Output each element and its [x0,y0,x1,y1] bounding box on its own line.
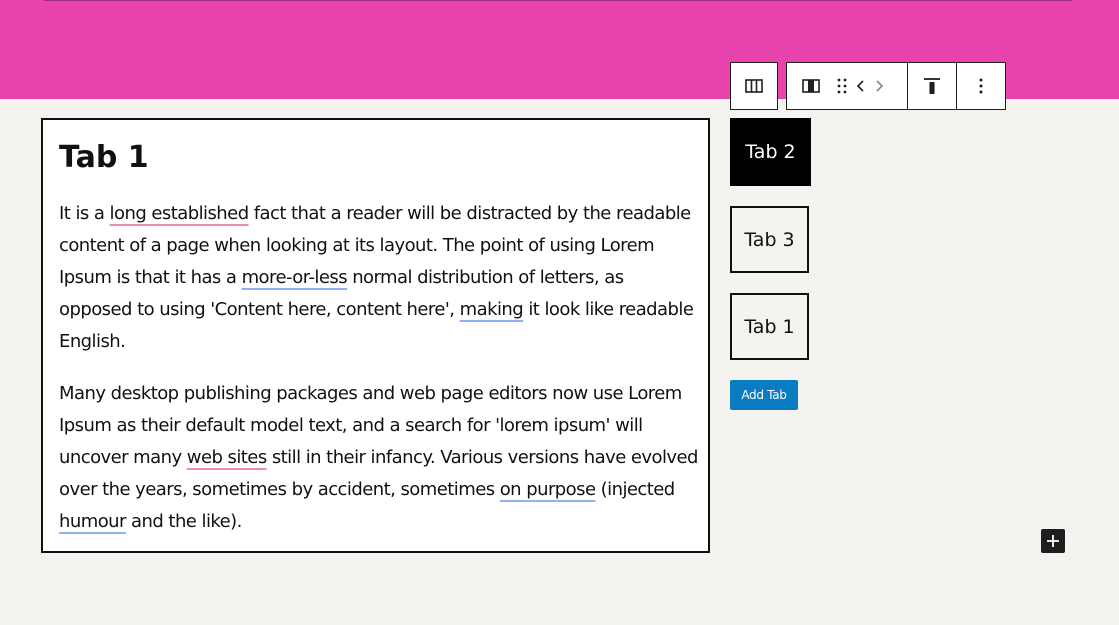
more-options-icon [979,78,982,94]
tab-heading[interactable]: Tab 1 [59,138,149,178]
paragraph-text: and the like). [125,511,242,532]
paragraph-text: It is a [59,203,110,224]
layout-icon [802,79,820,93]
spellcheck-flagged-text: on purpose [499,479,596,500]
tab-button[interactable]: Tab 1 [730,293,809,360]
add-tab-button[interactable]: Add Tab [730,380,798,410]
paragraph-2[interactable]: Many desktop publishing packages and web… [59,378,699,538]
tab-content-panel[interactable]: Tab 1 It is a long established fact that… [41,118,710,553]
align-top-icon [924,78,940,94]
banner-divider [44,0,1072,1]
spellcheck-flagged-text: more-or-less [241,267,348,288]
move-left-button[interactable] [849,63,873,109]
columns-icon [745,79,763,93]
drag-handle-icon [837,78,847,94]
spellcheck-flagged-text: humour [59,511,126,532]
spellcheck-flagged-text: making [459,299,524,320]
tab-button[interactable]: Tab 3 [730,206,809,273]
drag-handle-button[interactable] [835,63,849,109]
move-right-button[interactable] [873,63,885,109]
spellcheck-flagged-text: long established [109,203,250,224]
vertical-align-button[interactable] [908,63,956,109]
block-toolbar [786,62,1006,110]
paragraph-1[interactable]: It is a long established fact that a rea… [59,198,699,358]
chevron-right-icon [876,80,884,92]
select-parent-button[interactable] [731,63,777,109]
tab-button-active[interactable]: Tab 2 [730,118,811,186]
more-options-button[interactable] [957,63,1004,109]
plus-icon [1047,535,1059,547]
add-block-button[interactable] [1041,529,1065,553]
block-type-button[interactable] [787,63,835,109]
block-toolbar-parent [730,62,778,110]
chevron-left-icon [856,80,864,92]
paragraph-text: (injected [595,479,676,500]
spellcheck-flagged-text: web sites [186,447,267,468]
